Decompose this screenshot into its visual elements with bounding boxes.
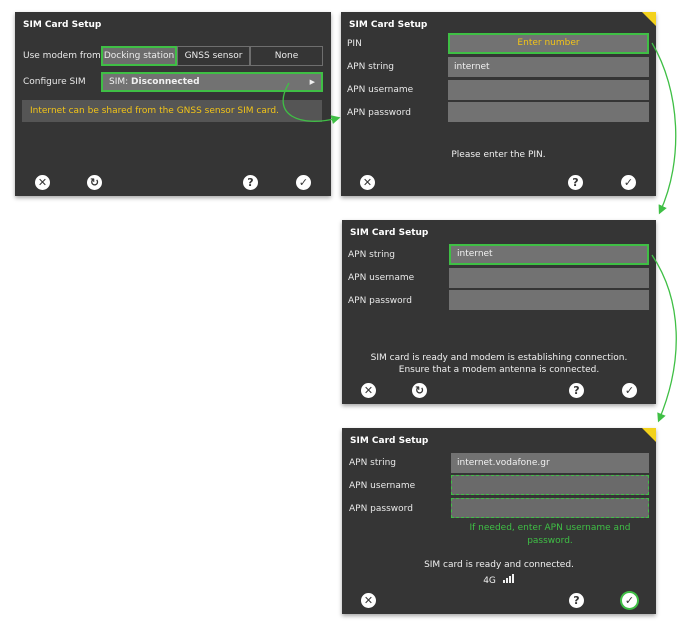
arrow-sim-to-pin [282,82,341,125]
arrow-apn-to-connected [651,254,677,423]
flow-arrows [282,42,677,423]
arrow-pin-to-apn [651,42,677,215]
